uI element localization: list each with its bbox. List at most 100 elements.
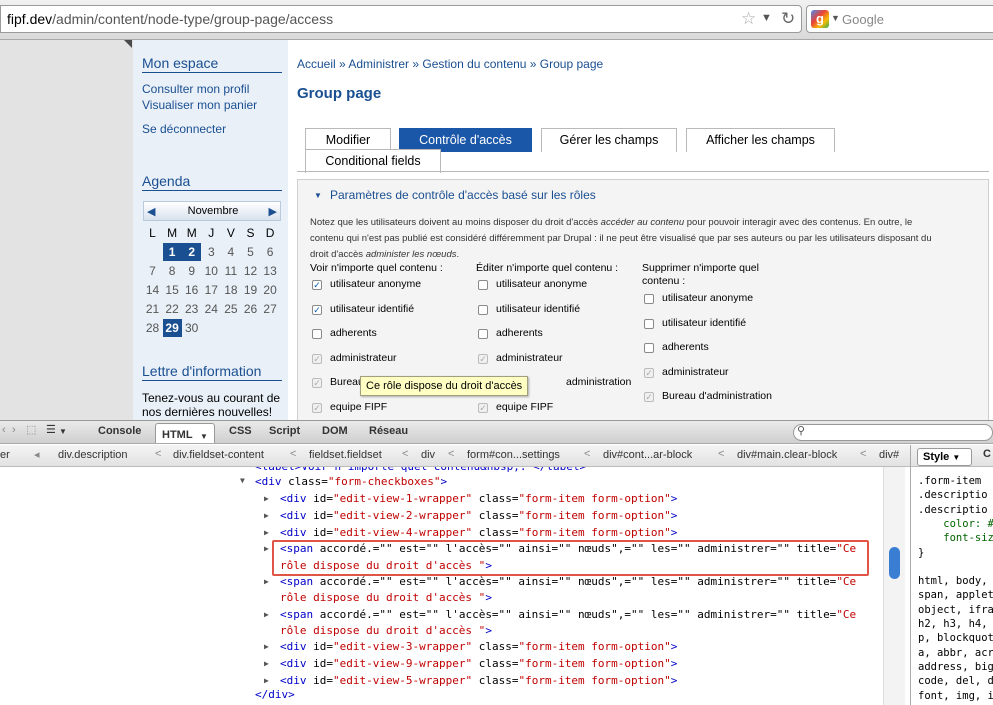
collapsed-twisty-icon[interactable]: ▶: [264, 511, 269, 520]
checkbox[interactable]: [478, 280, 488, 290]
collapsed-twisty-icon[interactable]: ▶: [264, 642, 269, 651]
url-dropdown-icon[interactable]: ▼: [761, 12, 772, 24]
scrollbar-thumb[interactable]: [889, 547, 900, 579]
calendar-day[interactable]: 25: [221, 300, 240, 318]
menu-dropdown-icon[interactable]: ▼: [59, 427, 67, 436]
collapsed-twisty-icon[interactable]: ▶: [264, 610, 269, 619]
calendar-day[interactable]: 14: [143, 281, 162, 299]
style-dropdown-icon[interactable]: ▼: [952, 453, 960, 462]
calendar-day[interactable]: 29: [162, 319, 182, 337]
style-tab-overflow[interactable]: C: [983, 448, 991, 460]
calendar-day[interactable]: 4: [221, 243, 240, 261]
reload-icon[interactable]: ↻: [781, 9, 795, 29]
code-line-wrapper[interactable]: <div id="edit-view-9-wrapper" class="for…: [280, 656, 677, 673]
calendar-day[interactable]: 8: [163, 262, 182, 280]
sidebar-link-deconnecter[interactable]: Se déconnecter: [142, 122, 226, 136]
calendar-day[interactable]: 26: [241, 300, 260, 318]
breadcrumb[interactable]: Accueil » Administrer » Gestion du conte…: [297, 57, 603, 71]
crumb-item[interactable]: div.fieldset-content: [173, 449, 264, 461]
code-line-wrapper[interactable]: <div id="edit-view-3-wrapper" class="for…: [280, 639, 677, 656]
calendar-day[interactable]: 23: [182, 300, 201, 318]
fb-tab-dom[interactable]: DOM: [322, 425, 348, 437]
code-line-span-cont[interactable]: rôle dispose du droit d'accès ">: [280, 623, 492, 640]
search-engine-dropdown-icon[interactable]: ▼: [831, 13, 840, 23]
fb-tab-reseau[interactable]: Réseau: [369, 425, 408, 437]
crumb-item[interactable]: div#: [879, 449, 899, 461]
forward-icon[interactable]: ›: [12, 424, 16, 436]
code-line-close-div[interactable]: </div>: [255, 687, 295, 704]
calendar-next-icon[interactable]: ▶: [269, 205, 277, 218]
checkbox[interactable]: [644, 318, 654, 329]
url-bar[interactable]: fipf.dev/admin/content/node-type/group-p…: [0, 5, 802, 33]
calendar-day[interactable]: 7: [143, 262, 162, 280]
html-dropdown-icon[interactable]: ▼: [200, 428, 208, 446]
checkbox[interactable]: [478, 329, 488, 340]
back-icon[interactable]: ‹: [2, 424, 6, 436]
firebug-search-input[interactable]: ⚲: [793, 424, 993, 441]
checkbox[interactable]: [644, 343, 654, 354]
crumb-item[interactable]: form#con...settings: [467, 449, 560, 461]
crumb-item[interactable]: div#cont...ar-block: [603, 449, 692, 461]
collapsed-twisty-icon[interactable]: ▶: [264, 544, 269, 553]
collapsed-twisty-icon[interactable]: ▶: [264, 659, 269, 668]
sidebar-link-panier[interactable]: Visualiser mon panier: [142, 98, 257, 112]
sidebar-link-profil[interactable]: Consulter mon profil: [142, 82, 249, 96]
crumb-item[interactable]: div.description: [58, 449, 128, 461]
calendar-day[interactable]: 9: [182, 262, 201, 280]
tab-afficher-champs[interactable]: Afficher les champs: [686, 128, 835, 152]
calendar-day[interactable]: 19: [241, 281, 260, 299]
calendar-day[interactable]: 22: [163, 300, 182, 318]
checkbox[interactable]: [312, 329, 322, 340]
code-line-span-cont[interactable]: rôle dispose du droit d'accès ">: [280, 590, 492, 607]
calendar-day[interactable]: 3: [202, 243, 221, 261]
checkbox[interactable]: ✓: [312, 304, 322, 315]
checkbox[interactable]: ✓: [312, 280, 322, 290]
calendar-day[interactable]: 12: [241, 262, 260, 280]
calendar-day[interactable]: 17: [202, 281, 221, 299]
fb-tab-css[interactable]: CSS: [229, 425, 252, 437]
calendar-day[interactable]: 5: [241, 243, 260, 261]
bookmark-star-icon[interactable]: ☆: [741, 9, 756, 29]
collapsed-twisty-icon[interactable]: ▶: [264, 577, 269, 586]
calendar-day[interactable]: 20: [261, 281, 280, 299]
calendar-day[interactable]: 30: [182, 319, 201, 337]
crumb-partial[interactable]: er: [0, 449, 10, 461]
code-line-checkboxes[interactable]: <div class="form-checkboxes">: [255, 474, 447, 491]
calendar-day[interactable]: 18: [221, 281, 240, 299]
calendar-day[interactable]: 24: [202, 300, 221, 318]
fb-tab-console[interactable]: Console: [98, 425, 141, 437]
calendar-day[interactable]: 1: [162, 243, 182, 261]
expanded-twisty-icon[interactable]: ▼: [240, 476, 245, 485]
fb-tab-script[interactable]: Script: [269, 425, 300, 437]
code-line-span[interactable]: <span accordé.="" est="" l'accès="" ains…: [280, 607, 856, 624]
crumb-scroll-left-icon[interactable]: ◂: [34, 448, 40, 461]
firebug-scrollbar[interactable]: [883, 467, 905, 705]
collapsed-twisty-icon[interactable]: ▶: [264, 494, 269, 503]
search-bar[interactable]: g ▼ Google: [806, 5, 993, 33]
google-icon[interactable]: g: [811, 10, 829, 28]
calendar-day[interactable]: 21: [143, 300, 162, 318]
crumb-item[interactable]: fieldset.fieldset: [309, 449, 382, 461]
checkbox[interactable]: [644, 294, 654, 304]
calendar-day[interactable]: 2: [182, 243, 202, 261]
calendar-day[interactable]: 27: [261, 300, 280, 318]
collapsed-twisty-icon[interactable]: ▶: [264, 676, 269, 685]
calendar-day[interactable]: 6: [261, 243, 280, 261]
tab-conditional-fields[interactable]: Conditional fields: [305, 149, 441, 173]
code-line-wrapper[interactable]: <div id="edit-view-1-wrapper" class="for…: [280, 491, 677, 508]
calendar-day[interactable]: 11: [221, 262, 240, 280]
code-line-wrapper[interactable]: <div id="edit-view-5-wrapper" class="for…: [280, 673, 677, 690]
calendar-day[interactable]: 16: [182, 281, 201, 299]
fb-tab-html[interactable]: HTML ▼: [155, 423, 215, 443]
collapse-arrow-icon[interactable]: ▼: [314, 191, 322, 200]
calendar-day[interactable]: 10: [202, 262, 221, 280]
inspect-icon[interactable]: ⬚: [26, 423, 36, 436]
checkbox[interactable]: [478, 304, 488, 315]
tab-gerer-champs[interactable]: Gérer les champs: [541, 128, 677, 152]
code-line-span[interactable]: <span accordé.="" est="" l'accès="" ains…: [280, 574, 856, 591]
code-line-wrapper[interactable]: <div id="edit-view-2-wrapper" class="for…: [280, 508, 677, 525]
crumb-item[interactable]: div#main.clear-block: [737, 449, 837, 461]
calendar-day[interactable]: 13: [261, 262, 280, 280]
menu-icon[interactable]: ☰: [46, 423, 56, 436]
crumb-item[interactable]: div: [421, 449, 435, 461]
